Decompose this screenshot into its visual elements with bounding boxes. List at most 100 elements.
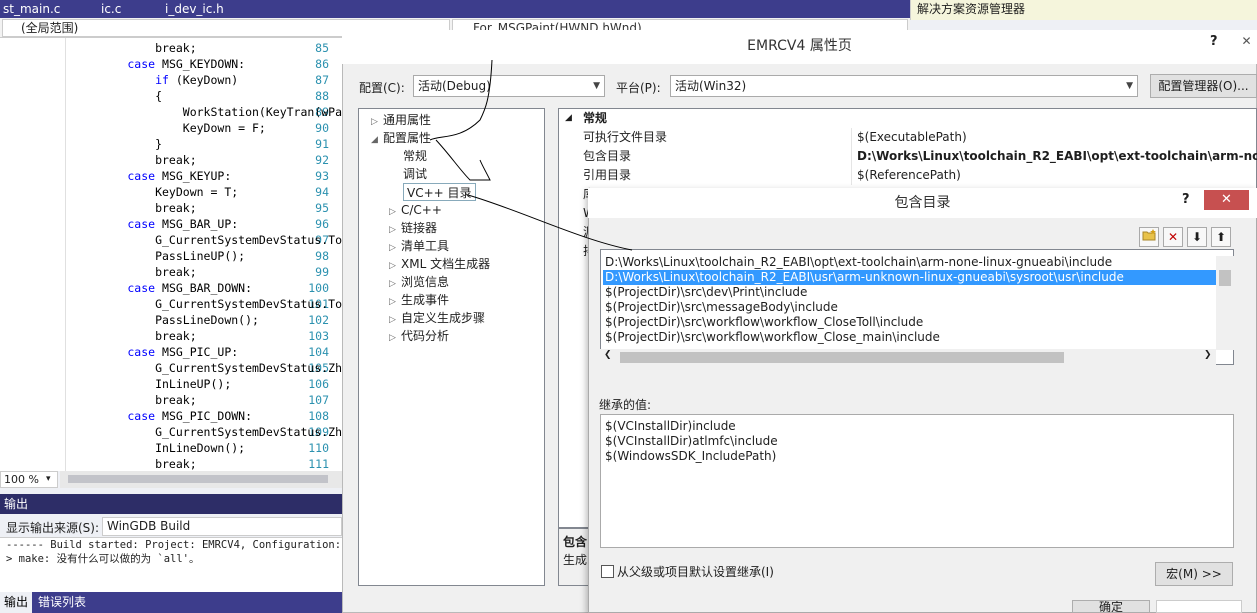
solution-explorer-header: 解决方案资源管理器 bbox=[910, 0, 1257, 20]
line-number: 111 bbox=[308, 457, 329, 471]
tree-item-label: 自定义生成步骤 bbox=[401, 311, 486, 325]
line-number: 103 bbox=[308, 329, 329, 343]
property-row[interactable]: 引用目录 $(ReferencePath) bbox=[559, 166, 1257, 185]
line-number: 108 bbox=[308, 409, 329, 423]
tab-ic-c[interactable]: ic.c bbox=[98, 1, 124, 17]
code-text: G_CurrentSystemDevStatus.TongGu bbox=[72, 233, 343, 247]
code-text: MSG_PIC_UP: bbox=[155, 345, 239, 359]
code-keyword: if bbox=[72, 73, 169, 87]
property-value: $(ExecutablePath) bbox=[857, 130, 967, 144]
property-value: D:\Works\Linux\toolchain_R2_EABI\opt\ext… bbox=[857, 149, 1257, 163]
dirs-vertical-scrollbar[interactable] bbox=[1216, 256, 1234, 350]
expand-icon[interactable]: ▷ bbox=[389, 329, 401, 347]
include-dir-item[interactable]: $(ProjectDir)\src\dev\Print\include bbox=[603, 285, 1217, 300]
line-number: 107 bbox=[308, 393, 329, 407]
code-line: { bbox=[72, 88, 162, 104]
new-folder-icon[interactable] bbox=[1139, 227, 1159, 247]
chevron-right-icon[interactable]: ❯ bbox=[1204, 350, 1212, 360]
code-keyword: case bbox=[72, 281, 156, 295]
line-number: 95 bbox=[315, 201, 329, 215]
include-dirs-title: 包含目录 bbox=[588, 188, 1257, 218]
code-editor[interactable]: 85 break; 86 case MSG_KEYDOWN: 87 if (KeyD… bbox=[0, 38, 343, 471]
include-dir-item[interactable]: $(ProjectDir)\src\messageBody\include bbox=[603, 300, 1217, 315]
code-text: (KeyDown) bbox=[168, 73, 239, 87]
code-line: G_CurrentSystemDevStatus.ZhuaPa bbox=[72, 360, 343, 376]
column-divider bbox=[851, 166, 852, 185]
include-dir-item[interactable]: D:\Works\Linux\toolchain_R2_EABI\usr\arm… bbox=[603, 270, 1217, 285]
line-number: 93 bbox=[315, 169, 329, 183]
tree-item[interactable]: ▷ 代码分析 bbox=[389, 327, 449, 345]
output-source-bar: 显示输出来源(S): WinGDB Build bbox=[0, 514, 343, 538]
line-number: 86 bbox=[315, 57, 329, 71]
chevron-down-icon[interactable]: ▾ bbox=[46, 471, 58, 488]
code-text: break; bbox=[72, 153, 197, 167]
close-button[interactable]: ✕ bbox=[1204, 190, 1249, 210]
tab-error-list[interactable]: 错误列表 bbox=[34, 592, 90, 613]
code-text: { bbox=[72, 89, 163, 103]
tree-item-label: 代码分析 bbox=[401, 329, 450, 343]
include-dir-item[interactable]: D:\Works\Linux\toolchain_R2_EABI\opt\ext… bbox=[603, 255, 1217, 270]
code-line: case MSG_BAR_DOWN: bbox=[72, 280, 252, 296]
inherited-value: $(WindowsSDK_IncludePath) bbox=[605, 449, 777, 463]
arrow-up-icon[interactable]: ⬆ bbox=[1211, 227, 1231, 247]
code-line: case MSG_KEYDOWN: bbox=[72, 56, 245, 72]
ok-button[interactable]: 确定 bbox=[1072, 600, 1150, 613]
solution-explorer-title: 解决方案资源管理器 bbox=[917, 2, 1026, 16]
line-number: 110 bbox=[308, 441, 329, 455]
inherit-checkbox[interactable] bbox=[601, 565, 614, 578]
tree-item[interactable]: ▷ 浏览信息 bbox=[389, 273, 449, 291]
help-button[interactable]: ? bbox=[1182, 192, 1190, 207]
code-line: PassLineDown(); bbox=[72, 312, 259, 328]
annotation-strokes bbox=[429, 59, 633, 251]
code-text: break; bbox=[72, 329, 197, 343]
chevron-left-icon[interactable]: ❮ bbox=[604, 350, 612, 360]
property-row[interactable]: 包含目录 D:\Works\Linux\toolchain_R2_EABI\opt… bbox=[559, 147, 1257, 166]
tab-i-dev-ic-h[interactable]: i_dev_ic.h bbox=[162, 1, 227, 17]
include-dirs-list[interactable]: D:\Works\Linux\toolchain_R2_EABI\opt\ext… bbox=[600, 249, 1234, 365]
tab-output[interactable]: 输出 bbox=[0, 592, 33, 613]
code-line: } bbox=[72, 136, 162, 152]
ime-toolbar[interactable] bbox=[1156, 600, 1242, 613]
output-source-select[interactable]: WinGDB Build bbox=[102, 517, 342, 536]
code-line: break; bbox=[72, 456, 197, 471]
arrow-down-icon[interactable]: ⬇ bbox=[1187, 227, 1207, 247]
editor-horizontal-scrollbar[interactable] bbox=[60, 471, 343, 488]
code-line: case MSG_PIC_UP: bbox=[72, 344, 238, 360]
inherit-checkbox-label[interactable]: 从父级或项目默认设置继承(I) bbox=[617, 563, 774, 580]
code-line: break; bbox=[72, 40, 197, 56]
property-row[interactable]: 可执行文件目录 $(ExecutablePath) bbox=[559, 128, 1257, 147]
tree-item[interactable]: ▷ 自定义生成步骤 bbox=[389, 309, 485, 327]
help-button[interactable]: ? bbox=[1210, 34, 1218, 49]
scrollbar-thumb[interactable] bbox=[68, 475, 328, 483]
line-number: 85 bbox=[315, 41, 329, 55]
code-text: PassLineUP(); bbox=[72, 249, 246, 263]
close-icon[interactable]: ✕ bbox=[1236, 30, 1257, 52]
config-manager-button[interactable]: 配置管理器(O)... bbox=[1150, 74, 1257, 98]
code-line: PassLineUP(); bbox=[72, 248, 245, 264]
include-dir-item[interactable]: $(ProjectDir)\src\workflow\workflow_Clos… bbox=[603, 315, 1217, 330]
line-number: 98 bbox=[315, 249, 329, 263]
tree-item-label: 生成事件 bbox=[401, 293, 450, 307]
code-keyword: case bbox=[72, 217, 156, 231]
code-keyword: case bbox=[72, 169, 156, 183]
code-line: WorkStation(KeyTran(wParam) bbox=[72, 104, 343, 120]
column-divider bbox=[851, 147, 852, 166]
code-text: G_CurrentSystemDevStatus.TongGu bbox=[72, 297, 343, 311]
tab-st-main-c[interactable]: st_main.c bbox=[0, 1, 63, 17]
line-number: 88 bbox=[315, 89, 329, 103]
inherited-value: $(VCInstallDir)atlmfc\include bbox=[605, 434, 778, 448]
grid-section-header[interactable]: ◢ 常规 bbox=[559, 109, 1257, 128]
output-line: > make: 没有什么可以做的为 `all'。 bbox=[6, 553, 200, 565]
tree-item[interactable]: ▷ 生成事件 bbox=[389, 291, 449, 309]
delete-icon[interactable]: ✕ bbox=[1163, 227, 1183, 247]
include-dir-item[interactable]: $(ProjectDir)\src\workflow\workflow_Clos… bbox=[603, 330, 1217, 345]
platform-select[interactable]: 活动(Win32) ▼ bbox=[670, 75, 1138, 97]
dirs-horizontal-scrollbar[interactable]: ❮ ❯ bbox=[600, 349, 1216, 365]
scrollbar-thumb[interactable] bbox=[1219, 270, 1231, 286]
code-text: PassLineDown(); bbox=[72, 313, 259, 327]
bottom-tab-bar: 输出 错误列表 bbox=[0, 592, 343, 613]
scrollbar-thumb[interactable] bbox=[620, 352, 1064, 363]
code-line: G_CurrentSystemDevStatus.TongGu bbox=[72, 232, 343, 248]
macro-button[interactable]: 宏(M) >> bbox=[1155, 562, 1233, 586]
inherited-value: $(VCInstallDir)include bbox=[605, 419, 736, 433]
